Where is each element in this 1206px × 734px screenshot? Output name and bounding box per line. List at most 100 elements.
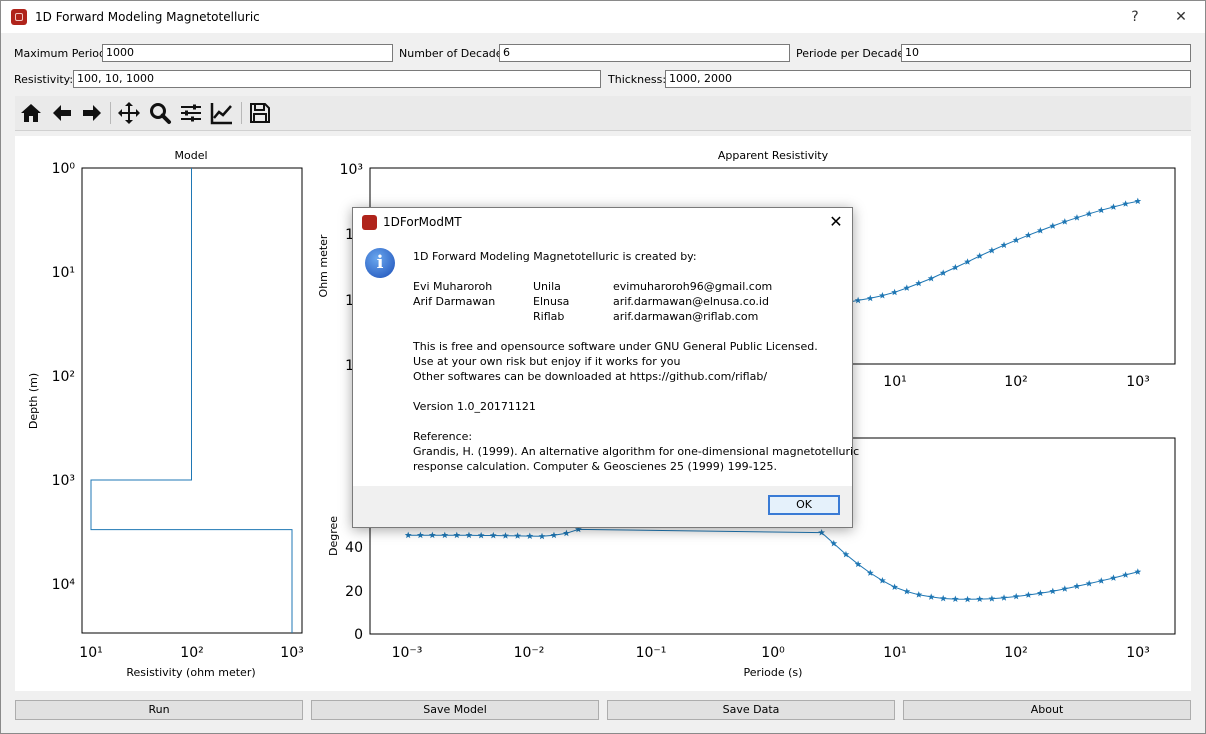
phase-data-point bbox=[477, 531, 485, 539]
phase-data-point bbox=[514, 532, 522, 539]
y-tick-label: 10⁴ bbox=[52, 577, 76, 593]
phase-data-point bbox=[550, 531, 558, 539]
rho-title: Apparent Resistivity bbox=[718, 149, 829, 162]
rho-line-layer bbox=[842, 197, 1142, 306]
author-email: arif.darmawan@riflab.com bbox=[613, 310, 759, 323]
phase-data-point bbox=[441, 531, 449, 539]
axes-edit-icon[interactable] bbox=[210, 101, 236, 125]
phase-data-point bbox=[891, 583, 899, 591]
rho-data-point bbox=[964, 258, 971, 265]
rho-data-point bbox=[1012, 236, 1020, 244]
author-email: evimuharoroh96@gmail.com bbox=[613, 280, 773, 293]
reference-line: response calculation. Computer & Geoscie… bbox=[413, 460, 778, 473]
rho-ylabel: Ohm meter bbox=[317, 234, 330, 297]
model-y-ticks: 10⁰ 10¹ 10² 10³ 10⁴ bbox=[52, 161, 76, 593]
subplots-icon[interactable] bbox=[179, 101, 205, 125]
app-icon bbox=[11, 9, 27, 25]
dialog-heading: 1D Forward Modeling Magnetotelluric is c… bbox=[413, 250, 697, 263]
y-tick-label: 10⁰ bbox=[52, 161, 76, 177]
close-button[interactable]: ✕ bbox=[1167, 7, 1195, 27]
x-tick-label: 10¹ bbox=[883, 645, 906, 661]
phase-data-point bbox=[964, 595, 971, 603]
reference-label: Reference: bbox=[413, 430, 473, 443]
phase-line-layer bbox=[404, 525, 1142, 603]
thickness-input[interactable]: 1000, 2000 bbox=[665, 70, 1191, 88]
y-tick-label: 20 bbox=[345, 584, 363, 600]
version-text: Version 1.0_20171121 bbox=[413, 400, 536, 413]
dialog-close-button[interactable]: ✕ bbox=[825, 212, 847, 232]
run-button[interactable]: Run bbox=[15, 700, 303, 720]
rho-data-point bbox=[927, 274, 935, 282]
phase-data-point bbox=[1134, 568, 1142, 575]
phase-data-point bbox=[538, 532, 546, 540]
max-period-label: Maximum Period: bbox=[14, 47, 110, 60]
x-tick-label: 10⁻³ bbox=[392, 645, 423, 661]
phase-data-point bbox=[951, 595, 959, 603]
pan-icon[interactable] bbox=[117, 101, 143, 125]
rho-data-point bbox=[1024, 231, 1032, 239]
rho-data-point bbox=[903, 284, 911, 291]
phase-data-point bbox=[915, 591, 923, 598]
phase-data-point bbox=[1110, 574, 1117, 581]
x-tick-label: 10⁻¹ bbox=[636, 645, 667, 661]
resistivity-input[interactable]: 100, 10, 1000 bbox=[73, 70, 601, 88]
model-series-line bbox=[90, 168, 293, 633]
about-dialog: 1DForModMT ✕ i 1D Forward Modeling Magne… bbox=[352, 207, 859, 528]
home-icon[interactable] bbox=[19, 101, 45, 125]
max-period-input[interactable]: 1000 bbox=[102, 44, 393, 62]
phase-data-point bbox=[416, 531, 424, 539]
phase-data-point bbox=[1024, 591, 1032, 598]
phase-series-line bbox=[408, 528, 1138, 600]
rho-data-point bbox=[1036, 226, 1044, 234]
phase-data-point bbox=[1061, 585, 1069, 592]
y-tick-label: 10³ bbox=[340, 162, 363, 178]
period-per-decade-input[interactable]: 10 bbox=[901, 44, 1191, 62]
rho-data-point bbox=[854, 296, 862, 304]
zoom-icon[interactable] bbox=[148, 101, 174, 125]
rho-data-point bbox=[878, 291, 886, 299]
phase-data-point bbox=[1085, 580, 1093, 587]
toolbar-separator bbox=[110, 102, 111, 124]
model-x-ticks: 10¹ 10² 10³ bbox=[79, 645, 303, 661]
phase-data-point bbox=[453, 531, 461, 539]
rho-data-point bbox=[1122, 200, 1130, 207]
x-tick-label: 10² bbox=[1004, 645, 1027, 661]
toolbar-separator bbox=[241, 102, 242, 124]
model-line-layer bbox=[90, 168, 293, 633]
model-title: Model bbox=[174, 149, 207, 162]
forward-arrow-icon[interactable] bbox=[80, 101, 106, 125]
phase-data-point bbox=[1097, 577, 1105, 584]
x-tick-label: 10¹ bbox=[79, 645, 102, 661]
window-title: 1D Forward Modeling Magnetotelluric bbox=[35, 10, 260, 24]
num-decade-label: Number of Decade: bbox=[399, 47, 507, 60]
y-tick-label: 10² bbox=[52, 369, 75, 385]
rho-data-point bbox=[1085, 210, 1093, 217]
rho-data-point bbox=[1134, 197, 1142, 205]
thickness-label: Thickness: bbox=[608, 73, 667, 86]
rho-data-point bbox=[976, 252, 984, 259]
save-model-button[interactable]: Save Model bbox=[311, 700, 599, 720]
phase-data-point bbox=[465, 531, 473, 539]
save-data-button[interactable]: Save Data bbox=[607, 700, 895, 720]
author-org: Riflab bbox=[533, 310, 565, 323]
license-line: This is free and opensource software und… bbox=[413, 340, 818, 353]
license-line: Other softwares can be downloaded at htt… bbox=[413, 370, 768, 383]
model-chart: Model 10⁰ 10¹ 10² 10³ 10⁴ 10¹ 10² 10³ Re… bbox=[27, 149, 304, 679]
back-arrow-icon[interactable] bbox=[50, 101, 76, 125]
ok-button[interactable]: OK bbox=[768, 495, 840, 515]
rho-data-point bbox=[1061, 218, 1069, 225]
help-button[interactable]: ? bbox=[1121, 7, 1149, 27]
num-decade-input[interactable]: 6 bbox=[499, 44, 790, 62]
phase-data-point bbox=[526, 532, 534, 540]
rho-data-point bbox=[988, 246, 996, 254]
rho-data-point bbox=[951, 263, 959, 271]
phase-data-point bbox=[976, 595, 984, 603]
title-bar: 1D Forward Modeling Magnetotelluric ? ✕ bbox=[1, 1, 1205, 33]
save-icon[interactable] bbox=[248, 101, 274, 125]
rho-data-point bbox=[866, 294, 874, 302]
info-icon: i bbox=[365, 248, 395, 278]
phase-ylabel: Degree bbox=[327, 516, 340, 556]
model-ylabel: Depth (m) bbox=[27, 373, 40, 429]
about-button[interactable]: About bbox=[903, 700, 1191, 720]
y-tick-label: 10³ bbox=[52, 473, 75, 489]
